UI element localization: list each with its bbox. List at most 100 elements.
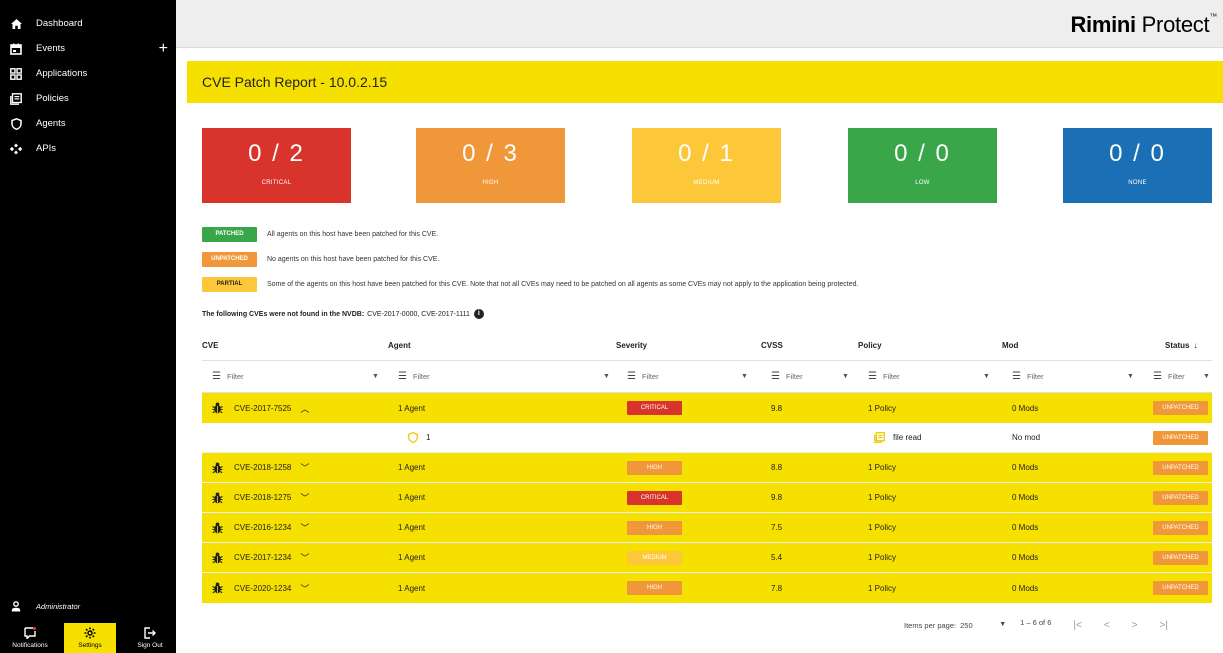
cve-id: CVE-2018-1275	[234, 493, 292, 502]
mod-filter[interactable]: ☰ Filter ▼	[1012, 371, 1134, 382]
main-content: Rimini Protect™ CVE Patch Report - 10.0.…	[176, 0, 1223, 653]
filter-row: ☰ Filter ▼ ☰ Filter ▼ ☰ Filter ▼ ☰ Filte…	[202, 361, 1212, 393]
sign-out-button[interactable]: Sign Out	[124, 623, 176, 653]
cvss-score: 9.8	[771, 493, 783, 502]
header-agent[interactable]: Agent	[388, 341, 598, 350]
severity-badge: HIGH	[627, 520, 682, 535]
low-card[interactable]: 0 / 0 LOW	[848, 128, 997, 203]
header-status[interactable]: Status ↓	[1165, 341, 1197, 350]
status-badge: UNPATCHED	[1153, 550, 1208, 565]
severity-filter[interactable]: ☰ Filter ▼	[627, 371, 749, 382]
bug-icon	[212, 462, 224, 474]
sidebar-item-agents[interactable]: Agents	[0, 111, 176, 136]
settings-button[interactable]: Settings	[64, 623, 116, 653]
detail-row: 1 file read No mod UNPATCHED	[202, 423, 1212, 453]
header-mod[interactable]: Mod	[1002, 341, 1122, 350]
status-badge: UNPATCHED	[1153, 520, 1208, 535]
detail-policy[interactable]: file read	[874, 432, 994, 443]
policy-count: 1 Policy	[868, 463, 897, 472]
sidebar-item-policies[interactable]: Policies	[0, 86, 176, 111]
sidebar-item-dashboard[interactable]: Dashboard	[0, 11, 176, 36]
unpatched-badge: UNPATCHED	[202, 252, 257, 267]
cve-filter[interactable]: ☰ Filter ▼	[212, 371, 380, 382]
notifications-label: Notifications	[12, 642, 48, 649]
severity-cell: MEDIUM	[627, 550, 747, 565]
header-cvss[interactable]: CVSS	[761, 341, 841, 350]
sidebar-item-apis[interactable]: APIs	[0, 136, 176, 161]
mod-count: 0 Mods	[1012, 463, 1039, 472]
chevron-down-icon: ▼	[741, 373, 748, 380]
last-page-button[interactable]: >|	[1160, 620, 1168, 631]
table-row[interactable]: CVE-2017-7525 ︿ 1 Agent CRITICAL 9.8 1 P…	[202, 393, 1212, 423]
chevron-up-icon[interactable]: ︿	[300, 402, 309, 415]
high-label: HIGH	[482, 180, 499, 186]
bug-icon	[212, 402, 224, 414]
cve-cell: CVE-2016-1234 ﹀	[212, 521, 382, 534]
table-row[interactable]: CVE-2016-1234 ﹀ 1 Agent HIGH 7.5 1 Polic…	[202, 513, 1212, 543]
chevron-down-icon: ▼	[983, 373, 990, 380]
table-row[interactable]: CVE-2017-1234 ﹀ 1 Agent MEDIUM 5.4 1 Pol…	[202, 543, 1212, 573]
agent-count: 1 Agent	[398, 523, 426, 532]
header-severity[interactable]: Severity	[616, 341, 736, 350]
status-cell: UNPATCHED	[1153, 490, 1223, 505]
chevron-down-icon[interactable]: ﹀	[300, 521, 309, 534]
sidebar-nav: Dashboard Events + Applications Policies…	[0, 0, 176, 161]
next-page-button[interactable]: >	[1132, 620, 1138, 631]
cvss-filter[interactable]: ☰ Filter ▼	[771, 371, 851, 382]
header-policy[interactable]: Policy	[858, 341, 978, 350]
gear-icon	[84, 627, 96, 639]
sidebar-item-events[interactable]: Events +	[0, 36, 176, 61]
chevron-down-icon[interactable]: ﹀	[300, 582, 309, 595]
previous-page-button[interactable]: <	[1104, 620, 1110, 631]
medium-card[interactable]: 0 / 1 MEDIUM	[632, 128, 781, 203]
nvd-note-label: The following CVEs were not found in the…	[202, 310, 365, 318]
detail-agent[interactable]: 1	[408, 432, 618, 443]
notifications-button[interactable]: Notifications	[4, 623, 56, 653]
header-cve[interactable]: CVE	[202, 341, 372, 350]
status-cell: UNPATCHED	[1153, 460, 1223, 475]
severity-cell: HIGH	[627, 520, 747, 535]
cvss-score: 9.8	[771, 403, 783, 413]
cve-id: CVE-2017-7525	[234, 403, 292, 413]
chevron-down-icon[interactable]: ﹀	[300, 491, 309, 504]
items-per-page-select[interactable]: 250 ▼	[960, 621, 1006, 630]
cvss-score: 7.8	[771, 583, 783, 593]
filter-icon: ☰	[1153, 371, 1162, 382]
filter-placeholder: Filter	[785, 372, 803, 381]
policy-filter[interactable]: ☰ Filter ▼	[868, 371, 990, 382]
chevron-down-icon[interactable]: ﹀	[300, 551, 309, 564]
severity-badge: HIGH	[627, 581, 682, 595]
none-label: NONE	[1128, 180, 1147, 186]
status-cell: UNPATCHED	[1153, 520, 1223, 535]
brand-bold: Rimini	[1070, 12, 1136, 37]
first-page-button[interactable]: |<	[1073, 620, 1081, 631]
filter-icon: ☰	[627, 371, 636, 382]
bug-icon	[212, 582, 224, 594]
chevron-down-icon[interactable]: ﹀	[300, 461, 309, 474]
table-row[interactable]: CVE-2018-1275 ﹀ 1 Agent CRITICAL 9.8 1 P…	[202, 483, 1212, 513]
high-card[interactable]: 0 / 3 HIGH	[416, 128, 565, 203]
critical-card[interactable]: 0 / 2 CRITICAL	[202, 128, 351, 203]
nvd-note: The following CVEs were not found in the…	[202, 309, 484, 319]
status-badge: UNPATCHED	[1153, 430, 1208, 445]
legend-partial: PARTIAL Some of the agents on this host …	[202, 277, 858, 292]
table-row[interactable]: CVE-2020-1234 ﹀ 1 Agent HIGH 7.8 1 Polic…	[202, 573, 1212, 603]
status-filter[interactable]: ☰ Filter ▼	[1153, 371, 1215, 382]
user-profile[interactable]: Administrator	[0, 596, 176, 616]
cve-id: CVE-2020-1234	[234, 583, 292, 593]
severity-cell: CRITICAL	[627, 490, 747, 505]
detail-agent-id: 1	[426, 433, 431, 442]
mod-count: 0 Mods	[1012, 493, 1039, 502]
info-icon[interactable]: i	[473, 309, 484, 319]
table-row[interactable]: CVE-2018-1258 ﹀ 1 Agent HIGH 8.8 1 Polic…	[202, 453, 1212, 483]
severity-badge: CRITICAL	[627, 490, 682, 505]
none-card[interactable]: 0 / 0 NONE	[1063, 128, 1212, 203]
agent-count: 1 Agent	[398, 553, 426, 562]
filter-placeholder: Filter	[882, 372, 900, 381]
cvss-score: 7.5	[771, 523, 783, 532]
cve-cell: CVE-2017-7525 ︿	[212, 402, 382, 415]
agent-filter[interactable]: ☰ Filter ▼	[398, 371, 610, 382]
add-event-button[interactable]: +	[159, 40, 168, 57]
sidebar-item-applications[interactable]: Applications	[0, 61, 176, 86]
detail-policy-name: file read	[893, 433, 922, 442]
